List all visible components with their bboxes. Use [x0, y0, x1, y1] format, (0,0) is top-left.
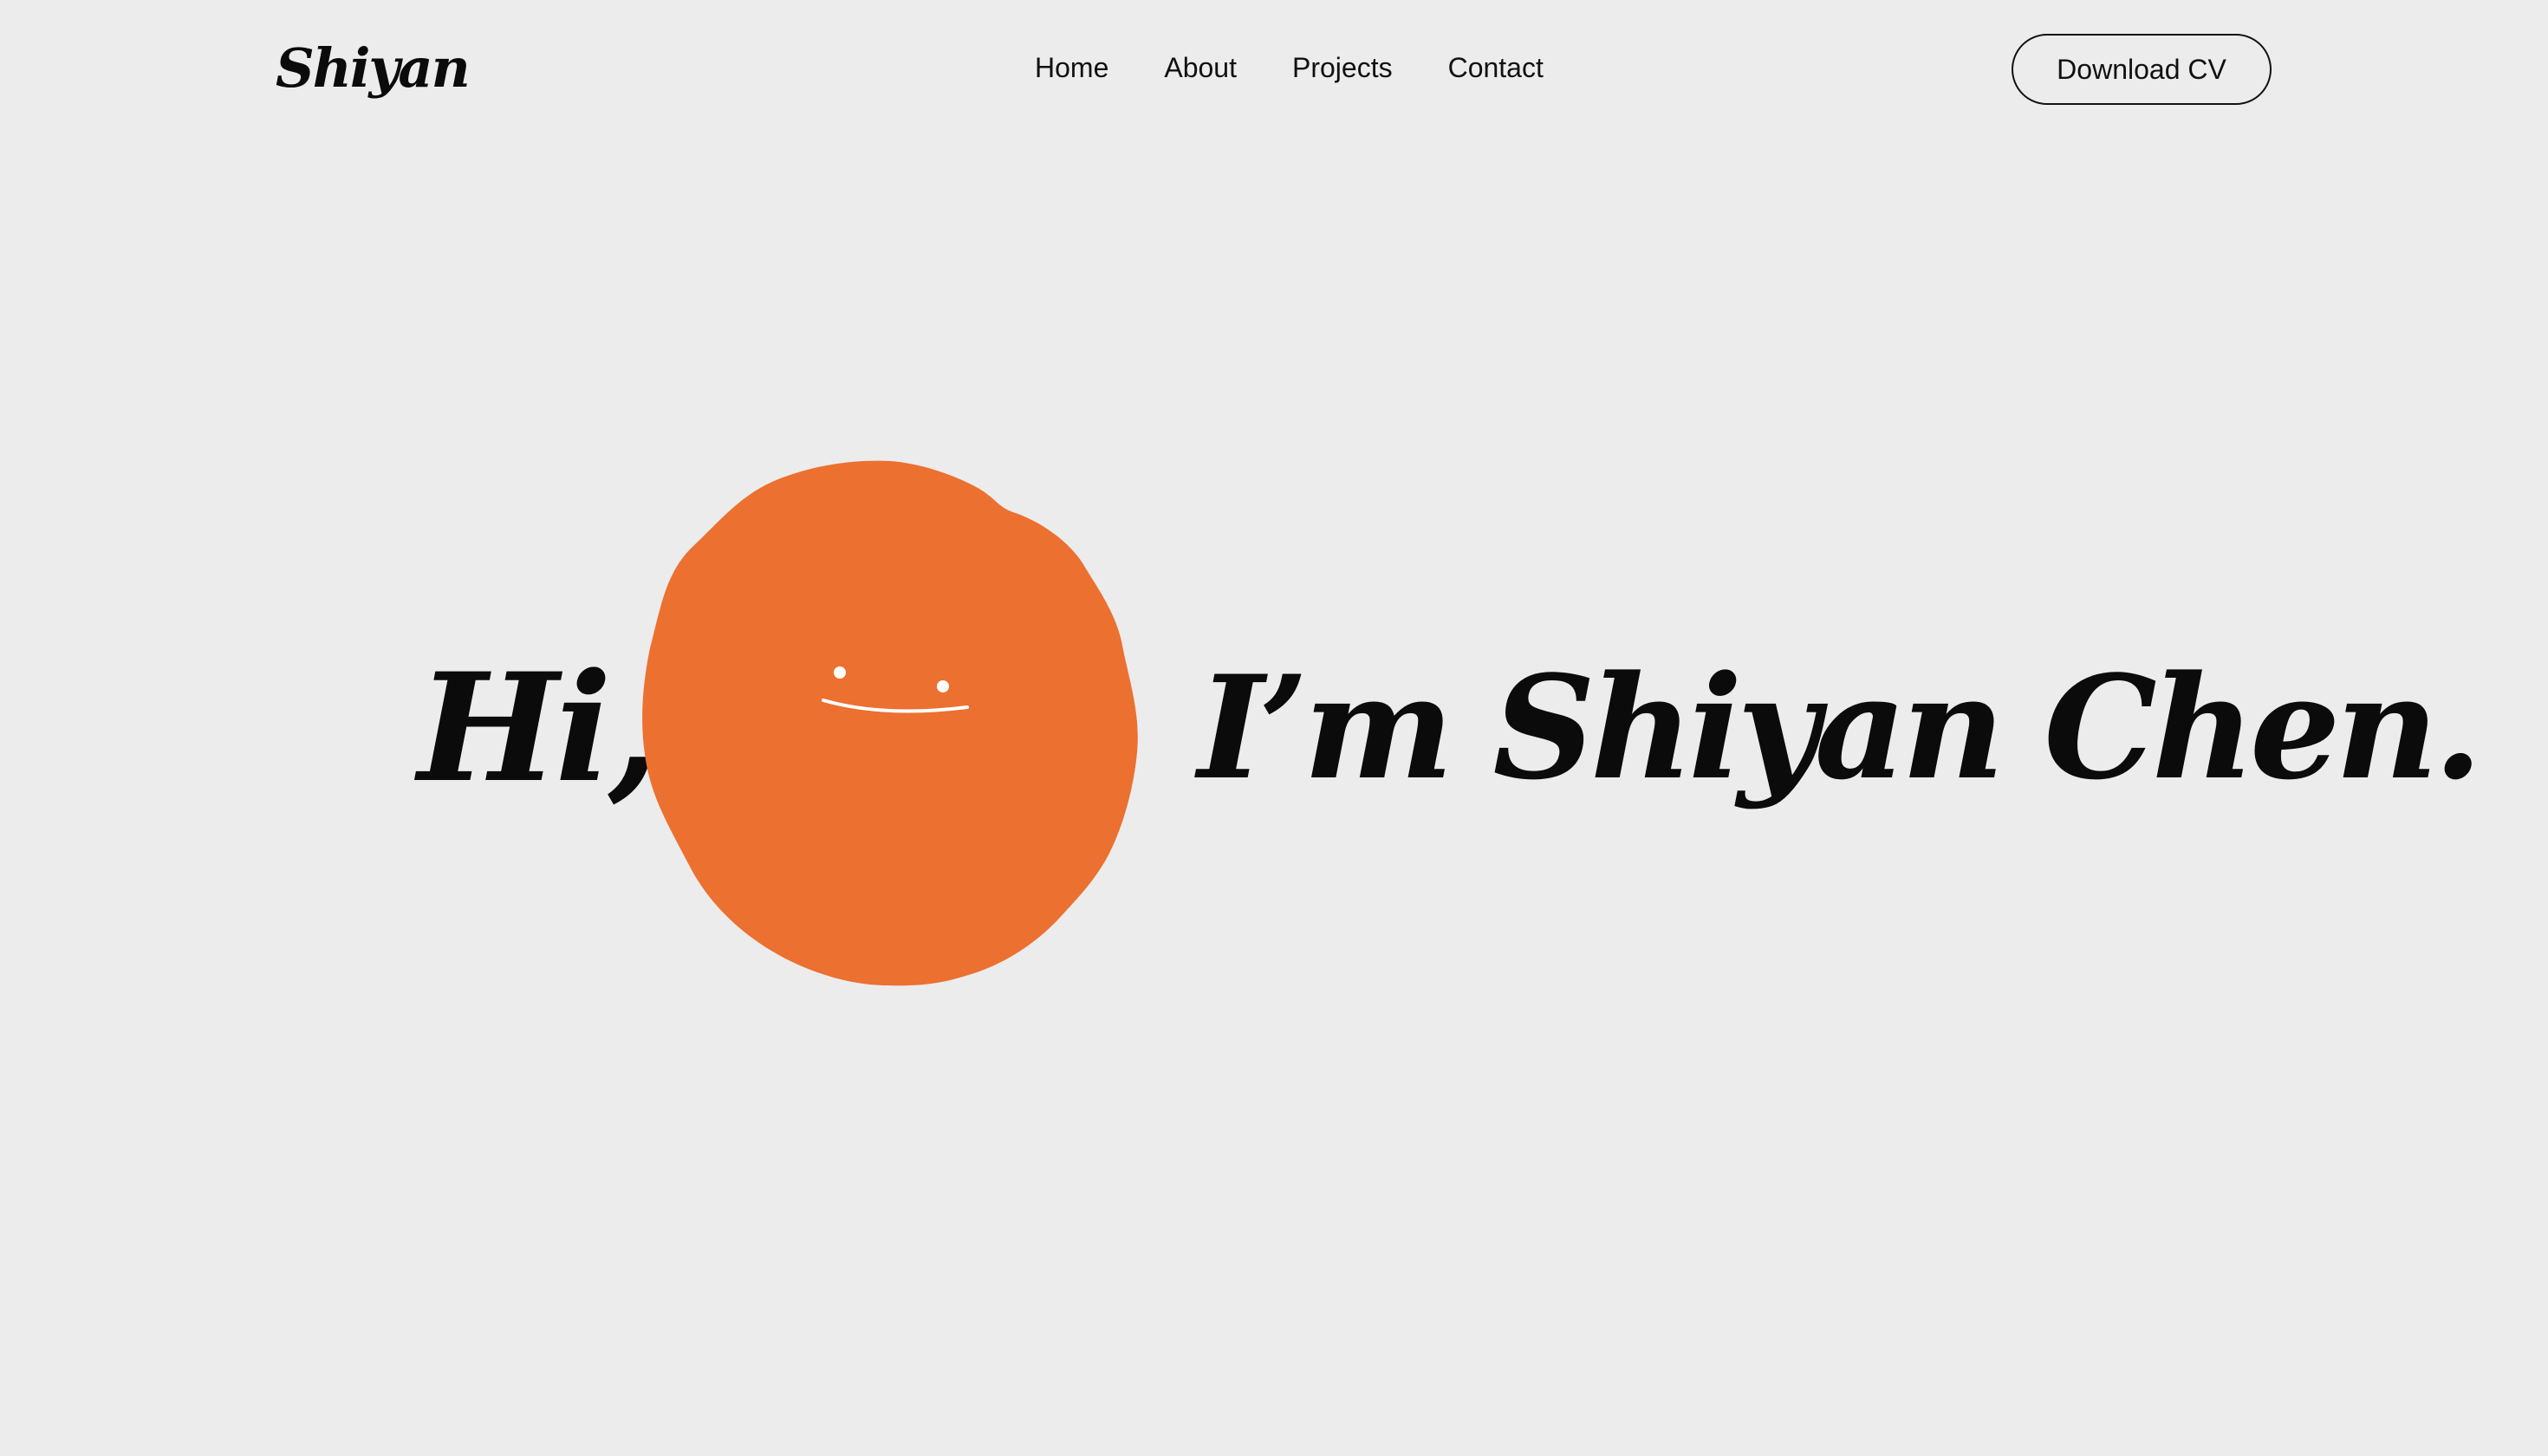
download-cv-button[interactable]: Download CV: [2012, 34, 2272, 105]
smiling-blob-icon: [624, 459, 1144, 988]
page: Shiyan Home About Projects Contact Downl…: [0, 0, 2548, 1456]
site-logo[interactable]: Shiyan: [276, 31, 471, 106]
blob-body: [642, 460, 1138, 986]
nav-contact[interactable]: Contact: [1448, 49, 1544, 87]
nav-projects[interactable]: Projects: [1292, 49, 1393, 87]
blob-left-eye: [834, 666, 846, 679]
nav-home[interactable]: Home: [1035, 49, 1108, 87]
main-nav: Home About Projects Contact: [1035, 49, 1544, 87]
blob-right-eye: [937, 680, 949, 692]
nav-about[interactable]: About: [1164, 49, 1237, 87]
hero-intro: I’m Shiyan Chen.: [1198, 644, 2483, 811]
hero-greeting: Hi,: [418, 640, 660, 816]
